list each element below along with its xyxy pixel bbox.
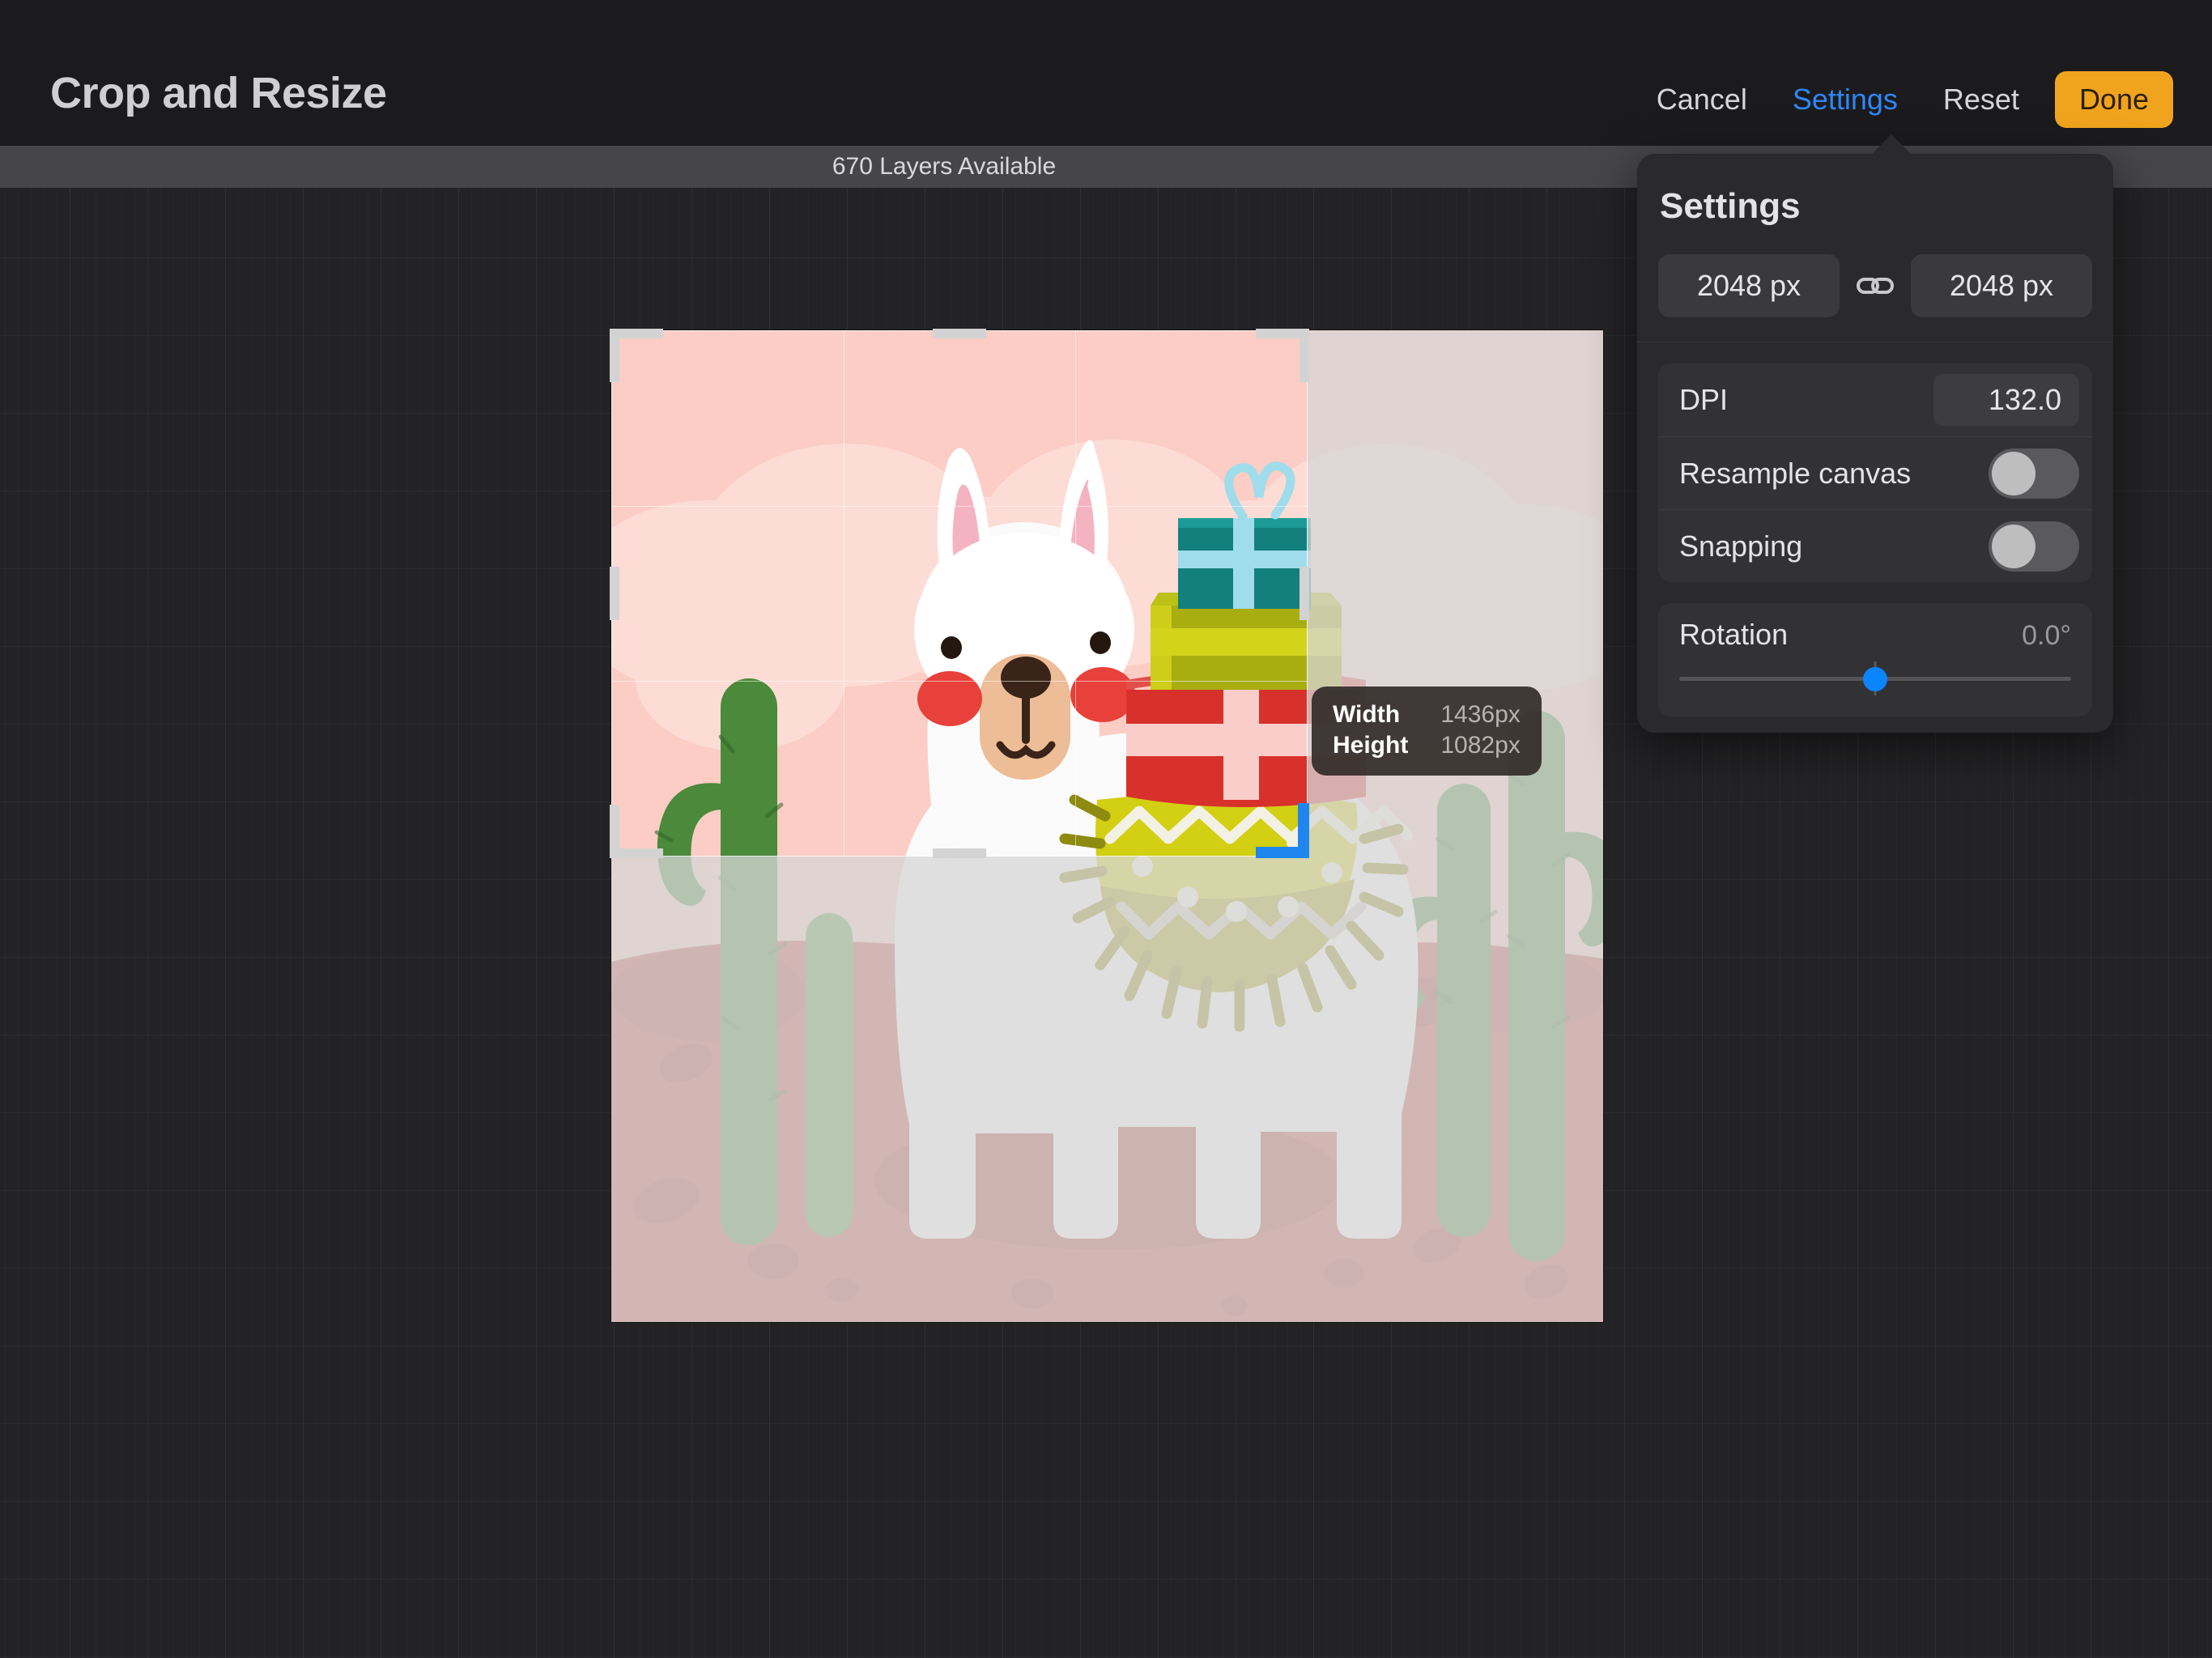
rotation-label: Rotation [1679,618,1788,652]
crop-handle-top-center[interactable] [933,329,986,338]
rotation-value: 0.0° [2022,620,2071,652]
dpi-value-field[interactable]: 132.0 [1933,374,2079,426]
tooltip-width-label: Width [1333,701,1400,729]
chain-link-glyph [1856,274,1895,298]
crop-handle-right-middle[interactable] [1300,567,1309,620]
tooltip-height-value: 1082px [1440,732,1520,759]
resample-canvas-label: Resample canvas [1679,457,1911,491]
settings-title: Settings [1637,154,2113,227]
toggle-knob [1992,452,2035,495]
tooltip-width-row: Width 1436px [1333,701,1521,729]
crop-size-tooltip: Width 1436px Height 1082px [1312,687,1542,776]
crop-handle-bottom-right-v[interactable] [1298,803,1309,858]
top-toolbar: Crop and Resize Cancel Settings Reset Do… [0,0,2212,146]
artwork-canvas[interactable] [611,330,1603,1322]
toggle-knob [1992,525,2035,568]
settings-button[interactable]: Settings [1770,71,1921,128]
crop-handle-bottom-left-v[interactable] [610,805,619,858]
cancel-button[interactable]: Cancel [1634,71,1770,128]
rotation-slider-knob[interactable] [1863,667,1887,691]
app-root: Width 1436px Height 1082px 670 Layers Av… [0,0,2212,1658]
dpi-row: DPI 132.0 [1658,363,2092,436]
tooltip-height-label: Height [1333,732,1408,759]
settings-group-primary: DPI 132.0 Resample canvas Snapping [1658,363,2092,582]
canvas-width-field[interactable]: 2048 px [1658,254,1840,317]
crop-handle-top-left-v[interactable] [610,329,619,382]
resample-canvas-toggle[interactable] [1989,449,2079,499]
popover-tail-icon [1870,134,1912,155]
crop-handle-bottom-center[interactable] [933,848,986,858]
tooltip-width-value: 1436px [1440,701,1520,729]
reset-button[interactable]: Reset [1921,71,2042,128]
rotation-header: Rotation 0.0° [1679,618,2071,652]
dimension-row: 2048 px 2048 px [1637,227,2113,317]
page-title: Crop and Resize [50,68,387,118]
llama-illustration [611,330,1603,1322]
layers-available-label: 670 Layers Available [832,153,1056,181]
snapping-label: Snapping [1679,529,1802,563]
rotation-slider[interactable] [1679,665,2071,692]
link-icon[interactable] [1840,254,1911,317]
settings-popover: Settings 2048 px 2048 px DPI 132.0 Resam [1637,154,2113,733]
crop-handle-top-right-v[interactable] [1300,329,1309,382]
rotation-group: Rotation 0.0° [1658,603,2092,716]
dpi-label: DPI [1679,383,1728,417]
crop-handle-left-middle[interactable] [610,567,619,620]
snapping-row: Snapping [1658,509,2092,582]
snapping-toggle[interactable] [1989,521,2079,572]
tooltip-height-row: Height 1082px [1333,732,1521,759]
toolbar-actions: Cancel Settings Reset Done [1634,71,2173,128]
resample-canvas-row: Resample canvas [1658,436,2092,509]
canvas-height-field[interactable]: 2048 px [1911,254,2092,317]
done-button[interactable]: Done [2055,71,2173,128]
